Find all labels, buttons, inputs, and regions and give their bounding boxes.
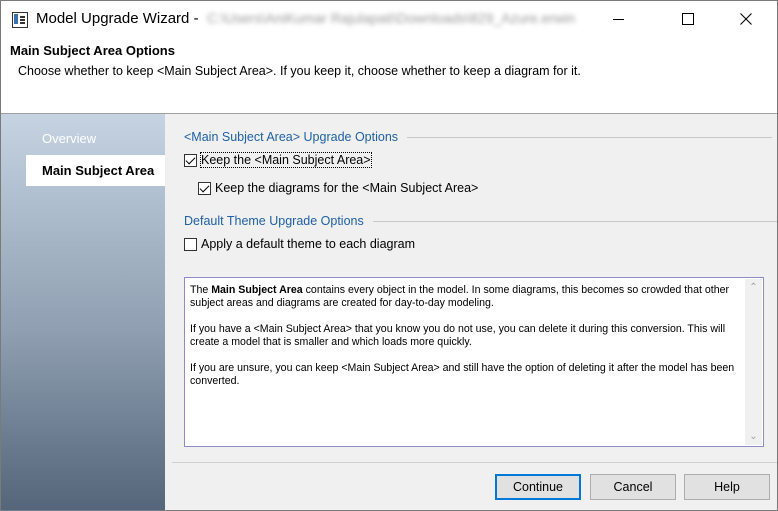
vertical-scrollbar[interactable]: ⌃ ⌄ [745, 279, 762, 445]
maximize-icon [682, 13, 694, 25]
title-bar: Model Upgrade Wizard - C:\Users\AniKumar… [1, 1, 777, 37]
close-icon [740, 13, 752, 25]
group-divider [372, 220, 777, 222]
window-title-path: C:\Users\AniKumar Rajulapati\Downloads\8… [207, 10, 576, 26]
chevron-up-icon[interactable]: ⌃ [745, 279, 762, 296]
page-title: Main Subject Area Options [10, 43, 175, 58]
nav-item-label: Overview [42, 131, 97, 146]
keep-subject-area-label: Keep the <Main Subject Area> [200, 152, 372, 168]
minimize-button[interactable] [595, 1, 641, 37]
keep-diagrams-label: Keep the diagrams for the <Main Subject … [215, 181, 479, 195]
wizard-content: Overview Main Subject Area <Main Subject… [1, 114, 777, 510]
keep-subject-area-checkbox[interactable]: Keep the <Main Subject Area> [184, 152, 372, 168]
options-panel: <Main Subject Area> Upgrade Options Keep… [165, 114, 777, 510]
wizard-nav: Overview Main Subject Area [1, 114, 165, 510]
checkbox-unchecked-icon[interactable] [184, 237, 197, 251]
wizard-window: Model Upgrade Wizard - C:\Users\AniKumar… [0, 0, 778, 511]
info-paragraph-1: The Main Subject Area contains every obj… [190, 284, 736, 310]
group-divider [407, 136, 773, 138]
page-header: Main Subject Area Options Choose whether… [1, 37, 777, 114]
chevron-down-icon[interactable]: ⌄ [745, 428, 762, 445]
group-header-theme: Default Theme Upgrade Options [184, 214, 777, 228]
nav-item-overview[interactable]: Overview [26, 123, 165, 154]
app-icon [12, 12, 28, 28]
group-header-subject-area: <Main Subject Area> Upgrade Options [184, 130, 773, 144]
info-text-bold: Main Subject Area [211, 284, 303, 296]
info-paragraph-3: If you are unsure, you can keep <Main Su… [190, 362, 735, 387]
keep-diagrams-checkbox[interactable]: Keep the diagrams for the <Main Subject … [198, 181, 478, 195]
cancel-button[interactable]: Cancel [590, 474, 676, 500]
group-title: <Main Subject Area> Upgrade Options [184, 130, 399, 144]
minimize-icon [612, 18, 624, 20]
info-text-box[interactable]: The Main Subject Area contains every obj… [184, 277, 764, 447]
footer-divider [172, 462, 777, 463]
nav-item-main-subject-area[interactable]: Main Subject Area [26, 155, 165, 186]
maximize-button[interactable] [665, 1, 711, 37]
checkbox-checked-icon[interactable] [198, 181, 211, 195]
checkbox-checked-icon[interactable] [184, 153, 197, 167]
info-text: The Main Subject Area contains every obj… [190, 284, 736, 401]
info-paragraph-2: If you have a <Main Subject Area> that y… [190, 323, 726, 348]
group-title: Default Theme Upgrade Options [184, 214, 364, 228]
apply-theme-checkbox[interactable]: Apply a default theme to each diagram [184, 237, 415, 251]
help-button[interactable]: Help [684, 474, 770, 500]
window-title: Model Upgrade Wizard - [36, 10, 199, 27]
info-text-prefix: The [190, 284, 209, 296]
close-button[interactable] [723, 1, 769, 37]
continue-button[interactable]: Continue [495, 474, 581, 500]
page-description: Choose whether to keep <Main Subject Are… [18, 64, 581, 78]
nav-item-label: Main Subject Area [42, 163, 155, 178]
apply-theme-label: Apply a default theme to each diagram [201, 237, 416, 251]
